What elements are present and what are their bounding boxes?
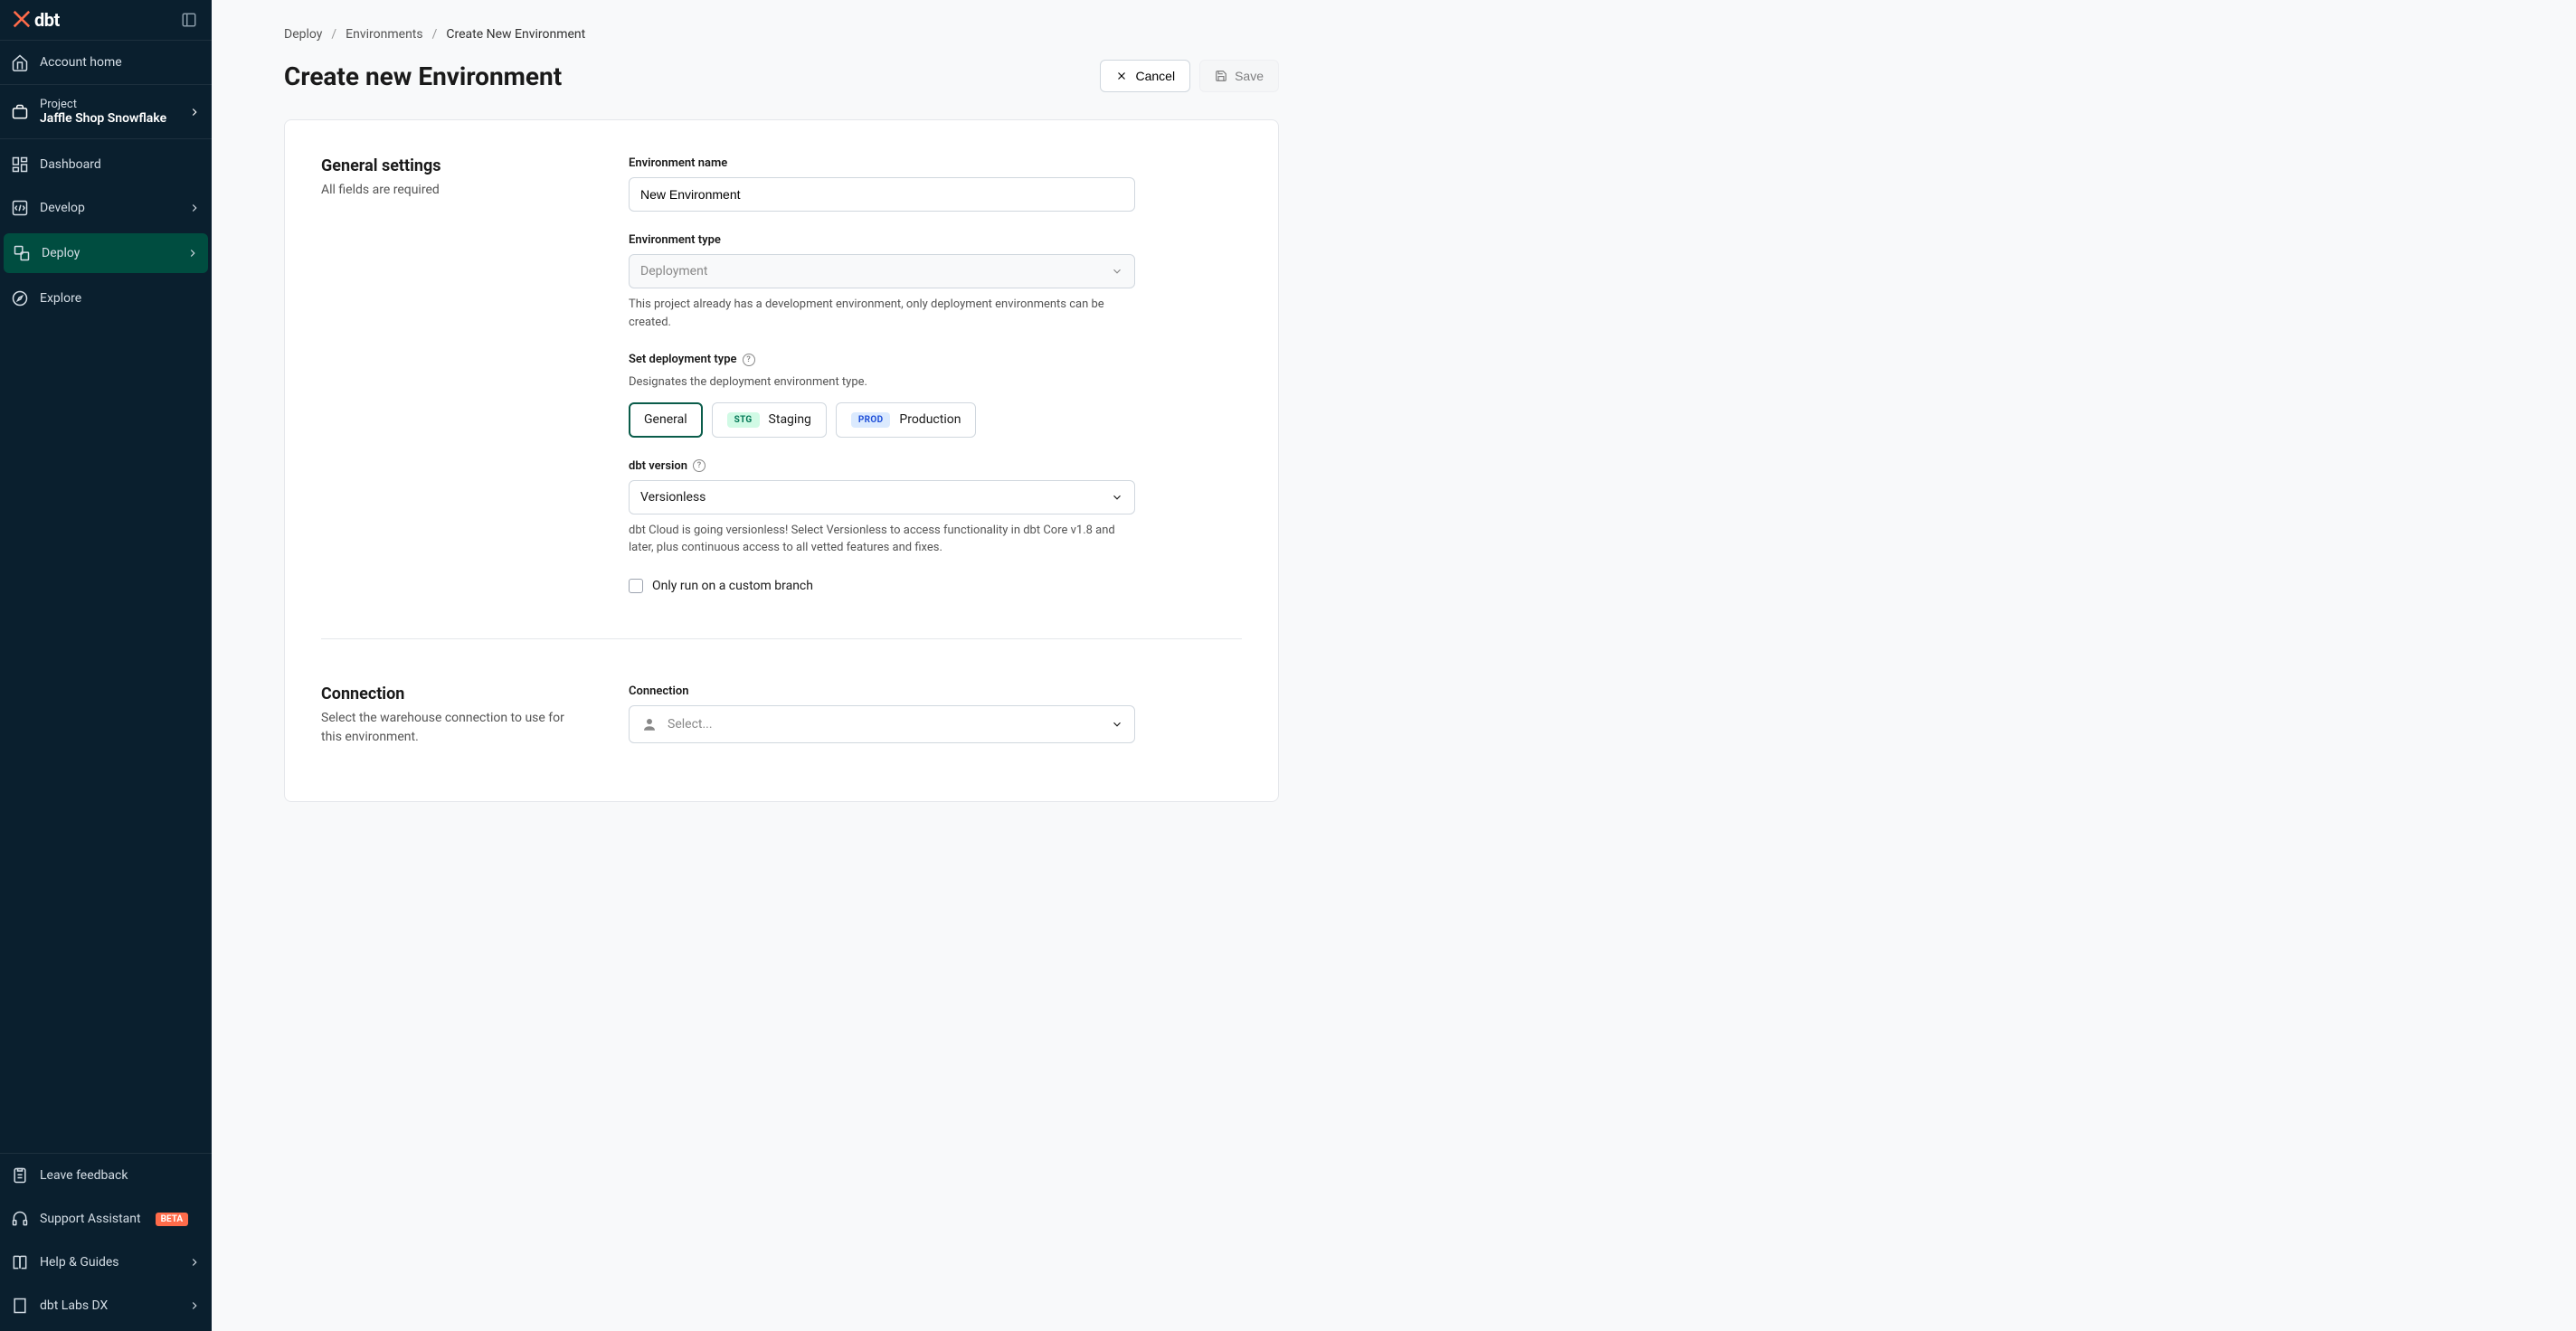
chevron-right-icon <box>186 247 199 260</box>
version-help: dbt Cloud is going versionless! Select V… <box>629 522 1135 557</box>
nav-deploy[interactable]: Deploy <box>4 233 208 273</box>
nav-label: Deploy <box>42 246 80 260</box>
logo-text: dbt <box>34 9 60 31</box>
nav-label: dbt Labs DX <box>40 1298 108 1313</box>
env-name-input[interactable] <box>629 177 1135 212</box>
dbt-logo-icon <box>11 10 31 30</box>
connection-label: Connection <box>629 684 1135 698</box>
home-icon <box>11 53 29 71</box>
nav-dashboard[interactable]: Dashboard <box>0 143 212 186</box>
save-button: Save <box>1199 60 1279 92</box>
chevron-right-icon <box>188 1256 201 1269</box>
general-section-title: General settings <box>321 156 574 175</box>
nav-help[interactable]: Help & Guides <box>0 1241 212 1284</box>
general-section-subtitle: All fields are required <box>321 181 574 200</box>
sidebar-collapse-button[interactable] <box>177 8 201 32</box>
headset-icon <box>11 1210 29 1228</box>
save-icon <box>1215 70 1227 82</box>
nav-dbtlabs[interactable]: dbt Labs DX <box>0 1284 212 1327</box>
nav-develop[interactable]: Develop <box>0 186 212 230</box>
sidebar: dbt Account home Project Jaffle Shop Sno… <box>0 0 212 1331</box>
breadcrumb-deploy[interactable]: Deploy <box>284 27 322 42</box>
deploy-option-staging[interactable]: STG Staging <box>712 402 827 438</box>
chevron-right-icon <box>188 1299 201 1312</box>
deploy-type-label: Set deployment type ? <box>629 353 1135 366</box>
main-content: Deploy / Environments / Create New Envir… <box>212 0 2576 1331</box>
connection-section-title: Connection <box>321 684 574 703</box>
deploy-icon <box>13 244 31 262</box>
building-icon <box>11 1297 29 1315</box>
deploy-option-production[interactable]: PROD Production <box>836 402 977 438</box>
nav-support[interactable]: Support Assistant BETA <box>0 1197 212 1241</box>
project-label: Project <box>40 98 177 111</box>
project-name: Jaffle Shop Snowflake <box>40 111 177 126</box>
beta-badge: BETA <box>156 1213 189 1226</box>
project-selector[interactable]: Project Jaffle Shop Snowflake <box>0 85 212 139</box>
env-type-select: Deployment <box>629 254 1135 288</box>
briefcase-icon <box>11 103 29 121</box>
version-label: dbt version ? <box>629 459 1135 473</box>
nav-label: Support Assistant <box>40 1212 141 1226</box>
nav-label: Explore <box>40 291 81 306</box>
close-icon <box>1115 70 1128 82</box>
logo[interactable]: dbt <box>11 9 60 31</box>
panel-left-close-icon <box>181 12 197 28</box>
chevron-right-icon <box>188 202 201 214</box>
nav-feedback[interactable]: Leave feedback <box>0 1154 212 1197</box>
breadcrumb-separator: / <box>331 27 336 42</box>
nav-account-home[interactable]: Account home <box>0 41 212 84</box>
user-icon <box>640 715 658 733</box>
env-type-help: This project already has a development e… <box>629 296 1135 331</box>
chevron-down-icon <box>1111 491 1123 504</box>
stg-tag: STG <box>727 412 760 428</box>
chevron-down-icon <box>1111 265 1123 278</box>
connection-select[interactable]: Select... <box>629 705 1135 743</box>
breadcrumb-separator: / <box>432 27 438 42</box>
page-title: Create new Environment <box>284 61 562 91</box>
cancel-button[interactable]: Cancel <box>1100 60 1190 92</box>
custom-branch-checkbox[interactable] <box>629 579 643 593</box>
env-type-label: Environment type <box>629 233 1135 247</box>
layout-dashboard-icon <box>11 156 29 174</box>
custom-branch-label: Only run on a custom branch <box>652 579 813 593</box>
breadcrumb-environments[interactable]: Environments <box>346 27 422 42</box>
breadcrumb: Deploy / Environments / Create New Envir… <box>284 27 1279 42</box>
nav-explore[interactable]: Explore <box>0 277 212 320</box>
chevron-down-icon <box>1111 718 1123 731</box>
deploy-type-help: Designates the deployment environment ty… <box>629 373 1135 392</box>
nav-label: Help & Guides <box>40 1255 119 1270</box>
info-icon[interactable]: ? <box>743 354 755 366</box>
info-icon[interactable]: ? <box>693 459 706 472</box>
compass-icon <box>11 289 29 307</box>
version-select[interactable]: Versionless <box>629 480 1135 514</box>
connection-section-subtitle: Select the warehouse connection to use f… <box>321 709 574 747</box>
env-name-label: Environment name <box>629 156 1135 170</box>
nav-label: Leave feedback <box>40 1168 128 1183</box>
book-icon <box>11 1253 29 1271</box>
nav-label: Develop <box>40 201 85 215</box>
breadcrumb-current: Create New Environment <box>446 27 585 42</box>
nav-label: Account home <box>40 55 122 70</box>
nav-label: Dashboard <box>40 157 101 172</box>
sidebar-header: dbt <box>0 0 212 41</box>
clipboard-icon <box>11 1166 29 1185</box>
code-icon <box>11 199 29 217</box>
prod-tag: PROD <box>851 412 890 428</box>
deploy-option-general[interactable]: General <box>629 402 703 438</box>
chevron-right-icon <box>188 106 201 118</box>
